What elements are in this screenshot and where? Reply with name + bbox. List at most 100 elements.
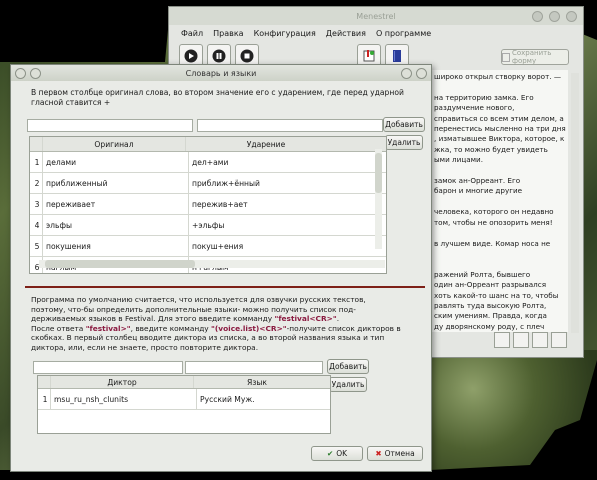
- desc-line: После ответа "festival>", введите комман…: [31, 324, 411, 334]
- column-header-speaker[interactable]: Диктор: [50, 376, 193, 388]
- row-number: 2: [34, 178, 40, 188]
- dict-add-button[interactable]: Добавить: [383, 117, 425, 132]
- text-line: [434, 259, 564, 269]
- book-icon: [393, 50, 401, 62]
- window-icon[interactable]: [532, 332, 548, 348]
- dictionary-table: Оригинал Ударение 1 делами дел+ами 2 при…: [29, 136, 387, 274]
- maximize-icon[interactable]: [549, 11, 560, 22]
- menu-file[interactable]: Файл: [181, 29, 203, 38]
- window-controls: [532, 11, 577, 22]
- text-line: [434, 197, 564, 207]
- stress-cell[interactable]: приближ+ённый: [188, 173, 352, 193]
- original-cell[interactable]: делами: [42, 152, 188, 172]
- save-form-button[interactable]: Сохранить форму: [501, 49, 569, 65]
- original-cell[interactable]: приближенный: [42, 173, 188, 193]
- desc-text: После ответа: [31, 323, 86, 333]
- table-row[interactable]: 2 приближенный приближ+ённый: [30, 173, 386, 194]
- original-cell[interactable]: эльфы: [42, 215, 188, 235]
- voice-list-command: "(voice.list)<CR>": [211, 323, 287, 333]
- original-word-input[interactable]: [27, 119, 193, 132]
- dict-delete-button[interactable]: Удалить: [385, 135, 423, 150]
- menubar: Файл Правка Конфигурация Действия О прог…: [169, 25, 583, 41]
- desc-text: -получите список дикторов в: [286, 323, 401, 333]
- close-icon[interactable]: [566, 11, 577, 22]
- text-line: равлять туда высокую Ролта,: [434, 300, 547, 310]
- stress-cell[interactable]: +эльфы: [188, 215, 352, 235]
- text-line: том, чтобы не опозорить меня!: [434, 217, 553, 227]
- edit-icon[interactable]: [494, 332, 510, 348]
- table-row[interactable]: 1 делами дел+ами: [30, 152, 386, 173]
- column-header-language[interactable]: Язык: [193, 376, 320, 388]
- original-cell[interactable]: переживает: [42, 194, 188, 214]
- language-cell[interactable]: Русский Муж.: [196, 389, 326, 409]
- menu-config[interactable]: Конфигурация: [254, 29, 316, 38]
- stress-cell[interactable]: пережив+ает: [188, 194, 352, 214]
- minimize-icon[interactable]: [532, 11, 543, 22]
- dictionary-dialog: Словарь и языки В первом столбце оригина…: [10, 64, 432, 472]
- column-header-stress[interactable]: Ударение: [185, 137, 346, 151]
- desc-line: скобках. В первый столбец вводите диктор…: [31, 333, 385, 343]
- column-header-original[interactable]: Оригинал: [42, 137, 185, 151]
- play-icon: [184, 49, 198, 63]
- dictionary-vscrollbar[interactable]: [375, 149, 382, 249]
- section-divider[interactable]: [25, 286, 425, 288]
- festival-command: "festival<CR>": [274, 314, 337, 324]
- desc-line: держиваемых языков в Festival. Для этого…: [31, 314, 411, 324]
- text-line: [434, 228, 564, 238]
- desc-text: держиваемых языков в Festival. Для этого…: [31, 314, 275, 324]
- table-row[interactable]: 4 эльфы +эльфы: [30, 215, 386, 236]
- desc-text: .: [336, 314, 340, 324]
- desc-line: поэтому, что-бы определить дополнительны…: [31, 304, 356, 314]
- stress-cell[interactable]: дел+ами: [188, 152, 352, 172]
- record-icon[interactable]: [513, 332, 529, 348]
- dialog-help-icon[interactable]: [401, 68, 412, 79]
- table-row[interactable]: 5 покушения покуш+ения: [30, 236, 386, 257]
- hscroll-thumb[interactable]: [45, 260, 195, 268]
- cancel-label: Отмена: [384, 449, 415, 458]
- text-scrollbar[interactable]: [571, 73, 579, 333]
- menestrel-titlebar: Menestrel: [169, 7, 583, 25]
- text-line: ским умениям. Правда, когда: [434, 311, 547, 321]
- speaker-cell[interactable]: msu_ru_nsh_clunits: [50, 389, 196, 409]
- table-row[interactable]: 1 msu_ru_nsh_clunits Русский Муж.: [38, 389, 330, 410]
- text-line: один ан-Орреант разрывался: [434, 280, 547, 290]
- text-line: , изматывшее Виктора, которое, к: [434, 134, 565, 144]
- voice-delete-button[interactable]: Удалить: [329, 377, 367, 392]
- back-bottom-toolbar: [494, 332, 567, 348]
- ok-button[interactable]: ✔ OK: [311, 446, 363, 461]
- menestrel-title: Menestrel: [356, 11, 396, 21]
- stop-icon: [240, 49, 254, 63]
- desc-line: диктора, или, если не знаете, просто пов…: [31, 342, 259, 352]
- stress-cell[interactable]: покуш+ения: [188, 236, 352, 256]
- voices-header: Диктор Язык: [38, 376, 330, 389]
- dictionary-hscrollbar[interactable]: [39, 260, 385, 268]
- text-line: замок ан-Орреант. Его: [434, 176, 521, 186]
- menu-actions[interactable]: Действия: [326, 29, 366, 38]
- text-line: [434, 249, 564, 259]
- original-cell[interactable]: покушения: [42, 236, 188, 256]
- festival-prompt: "festival>": [85, 323, 131, 333]
- dictionary-note: В первом столбце оригинал слова, во втор…: [31, 88, 404, 107]
- stressed-word-input[interactable]: [197, 119, 383, 132]
- text-panel: широко открыл створку ворот. — на террит…: [430, 70, 568, 332]
- dialog-title: Словарь и языки: [185, 68, 257, 78]
- text-line: человека, которого он недавно: [434, 207, 554, 217]
- text-line: [434, 82, 564, 92]
- cancel-button[interactable]: ✖ Отмена: [367, 446, 423, 461]
- text-line: раздумчение нового,: [434, 103, 515, 113]
- text-line: барон и многие другие: [434, 186, 523, 196]
- save-icon[interactable]: [551, 332, 567, 348]
- menu-about[interactable]: О программе: [376, 29, 431, 38]
- dialog-close-icon[interactable]: [416, 68, 427, 79]
- speaker-input[interactable]: [33, 361, 183, 374]
- save-form-icon: [502, 52, 510, 62]
- language-input[interactable]: [185, 361, 323, 374]
- vscroll-thumb[interactable]: [375, 153, 382, 193]
- text-line: ду дворянскому роду, с плеч: [434, 321, 545, 331]
- voices-table: Диктор Язык 1 msu_ru_nsh_clunits Русский…: [37, 375, 331, 434]
- menu-edit[interactable]: Правка: [213, 29, 243, 38]
- row-number: 5: [34, 241, 40, 251]
- voice-add-button[interactable]: Добавить: [327, 359, 369, 374]
- table-row[interactable]: 3 переживает пережив+ает: [30, 194, 386, 215]
- text-line: на территорию замка. Его: [434, 92, 534, 102]
